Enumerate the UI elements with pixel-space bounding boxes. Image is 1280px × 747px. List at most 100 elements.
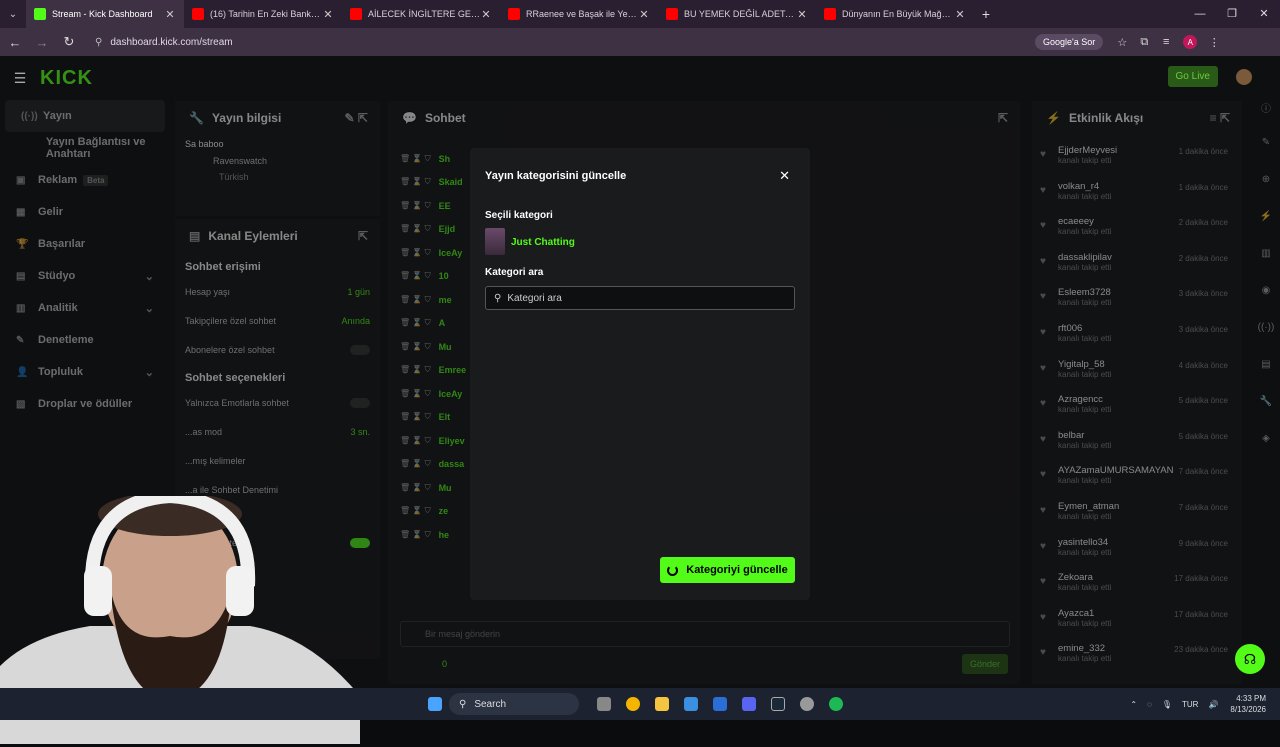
mod-actions-icon[interactable]: 🗑 ⌛ ⛉ xyxy=(400,271,431,281)
restore-icon[interactable]: ❐ xyxy=(1216,0,1248,28)
sidebar-item[interactable]: ▦ Gelir xyxy=(0,196,170,228)
minimize-icon[interactable]: — xyxy=(1184,0,1216,28)
spotify-icon[interactable] xyxy=(821,688,850,720)
mod-actions-icon[interactable]: 🗑 ⌛ ⛉ xyxy=(400,248,431,258)
sidebar-item[interactable]: ▤ Stüdyo ⌄ xyxy=(0,260,170,292)
activity-item[interactable]: ♥ dassaklipilav kanalı takip etti 2 dakika … xyxy=(1032,248,1242,284)
close-tab-icon[interactable]: ✕ xyxy=(796,8,808,21)
activity-item[interactable]: ♥ Eymen_atman kanalı takip etti 7 dakika ön… xyxy=(1032,497,1242,533)
activity-item[interactable]: ♥ Zekoara kanalı takip etti 17 dakika önce xyxy=(1032,568,1242,604)
mail-icon[interactable] xyxy=(705,688,734,720)
browser-tab[interactable]: AİLECEK İNGİLTERE GEZİSİ! VLO...✕ xyxy=(342,0,500,28)
close-icon[interactable]: ✕ xyxy=(779,168,790,184)
mod-actions-icon[interactable]: 🗑 ⌛ ⛉ xyxy=(400,483,431,493)
chevron-down-icon[interactable]: ⌄ xyxy=(145,302,154,315)
mod-actions-icon[interactable]: 🗑 ⌛ ⛉ xyxy=(400,459,431,469)
go-live-button[interactable]: Go Live xyxy=(1167,66,1218,87)
slow-mode-row[interactable]: ...as mod 3 sn. xyxy=(175,417,380,446)
clock[interactable]: 4:33 PM 8/13/2026 xyxy=(1230,693,1266,715)
mod-actions-icon[interactable]: 🗑 ⌛ ⛉ xyxy=(400,506,431,516)
sidebar-item[interactable]: ▣ Reklam Beta xyxy=(0,164,170,196)
activity-item[interactable]: ♥ yasintello34 kanalı takip etti 9 dakika ö… xyxy=(1032,533,1242,569)
close-window-icon[interactable]: ✕ xyxy=(1248,0,1280,28)
back-icon[interactable]: ← xyxy=(3,35,27,50)
edit-icon[interactable]: ✎ ⇱ xyxy=(345,111,368,125)
mod-actions-icon[interactable]: 🗑 ⌛ ⛉ xyxy=(400,154,431,164)
mod-actions-icon[interactable]: 🗑 ⌛ ⛉ xyxy=(400,224,431,234)
category-search-input[interactable] xyxy=(507,292,788,304)
browser-tab[interactable]: (16) Tarihin En Zeki Banka Soyg...✕ xyxy=(184,0,342,28)
volume-icon[interactable]: 🔊 xyxy=(1208,700,1218,709)
popout-icon[interactable]: ⇱ xyxy=(998,111,1008,125)
profile-avatar[interactable]: A xyxy=(1183,35,1198,49)
activity-item[interactable]: ♥ emine_332 kanalı takip etti 23 dakika önc… xyxy=(1032,639,1242,675)
reading-list-icon[interactable]: ≡ xyxy=(1155,36,1177,48)
activity-item[interactable]: ♥ ecaeeey kanalı takip etti 2 dakika önce xyxy=(1032,212,1242,248)
store-icon[interactable] xyxy=(676,688,705,720)
layout-icon[interactable]: ▤ xyxy=(1252,359,1280,396)
sidebar-item[interactable]: ▥ Analitik ⌄ xyxy=(0,292,170,324)
start-menu-icon[interactable] xyxy=(420,688,449,720)
mod-actions-icon[interactable]: 🗑 ⌛ ⛉ xyxy=(400,412,431,422)
close-tab-icon[interactable]: ✕ xyxy=(954,8,966,21)
forward-icon[interactable]: → xyxy=(30,35,54,50)
sidebar-item[interactable]: ▧ Droplar ve ödüller xyxy=(0,388,170,420)
mod-actions-icon[interactable]: 🗑 ⌛ ⛉ xyxy=(400,530,431,540)
mic-icon[interactable]: 🎙 xyxy=(1162,700,1172,709)
subs-chat-toggle[interactable] xyxy=(350,344,370,355)
steam-icon[interactable] xyxy=(763,688,792,720)
close-tab-icon[interactable]: ✕ xyxy=(480,8,492,21)
activity-item[interactable]: ♥ volkan_r4 kanalı takip etti 1 dakika önce xyxy=(1032,177,1242,213)
popout-icon[interactable]: ⇱ xyxy=(358,229,368,243)
activity-item[interactable]: ♥ EjjderMeyvesi kanalı takip etti 1 dakika … xyxy=(1032,141,1242,177)
close-tab-icon[interactable]: ✕ xyxy=(164,8,176,21)
account-age-row[interactable]: Hesap yaşı 1 gün xyxy=(175,277,380,306)
taskbar-search[interactable]: ⚲ Search xyxy=(449,693,579,715)
browser-tab[interactable]: Dünyanın En Büyük Mağarası İ...✕ xyxy=(816,0,974,28)
sidebar-item[interactable]: ✎ Denetleme xyxy=(0,324,170,356)
mod-actions-icon[interactable]: 🗑 ⌛ ⛉ xyxy=(400,201,431,211)
support-headset-button[interactable]: ☊ xyxy=(1235,644,1265,674)
banned-words-row[interactable]: ...mış kelimeler xyxy=(175,446,380,475)
browser-tab[interactable]: Stream - Kick Dashboard ✕ xyxy=(26,0,184,28)
chat-icon[interactable]: ◉ xyxy=(1252,285,1280,322)
chevron-down-icon[interactable]: ⌄ xyxy=(145,270,154,283)
chat-input[interactable]: Bir mesaj gönderin xyxy=(400,621,1010,647)
clipboard-icon[interactable]: ▥ xyxy=(1252,248,1280,285)
sidebar-item[interactable]: ((·)) Yayın xyxy=(5,100,165,132)
browser-tab[interactable]: BU YEMEK DEĞİL ADETA ŞÖLEN...✕ xyxy=(658,0,816,28)
extensions-icon[interactable]: ⧉ xyxy=(1133,36,1155,49)
info-icon[interactable]: ⓘ xyxy=(1252,100,1280,137)
menu-kebab-icon[interactable]: ⋮ xyxy=(1203,36,1225,49)
language-indicator[interactable]: TUR xyxy=(1182,700,1198,709)
mod-actions-icon[interactable]: 🗑 ⌛ ⛉ xyxy=(400,318,431,328)
send-button[interactable]: Gönder xyxy=(962,654,1009,674)
mod-actions-icon[interactable]: 🗑 ⌛ ⛉ xyxy=(400,436,431,446)
network-icon[interactable]: ◌ xyxy=(1147,700,1152,709)
chrome-icon[interactable] xyxy=(618,688,647,720)
activity-item[interactable]: ♥ belbar kanalı takip etti 5 dakika önce xyxy=(1032,426,1242,462)
followers-chat-row[interactable]: Takipçilere özel sohbet Anında xyxy=(175,306,380,335)
activity-item[interactable]: ♥ Ayazca1 kanalı takip etti 17 dakika önce xyxy=(1032,604,1242,640)
user-avatar[interactable] xyxy=(1236,69,1252,85)
filter-icon[interactable]: ≡ ⇱ xyxy=(1210,111,1230,125)
pen-icon[interactable]: ✎ xyxy=(1252,137,1280,174)
url-field[interactable]: ⚲ dashboard.kick.com/stream xyxy=(95,37,1035,48)
google-sor-button[interactable]: Google'a Sor xyxy=(1035,34,1104,50)
reload-icon[interactable]: ↻ xyxy=(57,34,81,50)
close-tab-icon[interactable]: ✕ xyxy=(322,8,334,21)
broadcast-icon[interactable]: ((·)) xyxy=(1252,322,1280,359)
bolt-icon[interactable]: ⚡ xyxy=(1252,211,1280,248)
bookmark-star-icon[interactable]: ☆ xyxy=(1111,36,1133,49)
emote-only-row[interactable]: Yalnızca Emotlarla sohbet xyxy=(175,388,380,417)
wrench-icon[interactable]: 🔧 xyxy=(1252,396,1280,433)
activity-item[interactable]: ♥ Azragencc kanalı takip etti 5 dakika önce xyxy=(1032,390,1242,426)
activity-item[interactable]: ♥ Esleem3728 kanalı takip etti 3 dakika önc… xyxy=(1032,283,1242,319)
site-info-icon[interactable]: ⚲ xyxy=(95,37,102,48)
app-icon[interactable] xyxy=(792,688,821,720)
file-explorer-icon[interactable] xyxy=(647,688,676,720)
new-tab-button[interactable]: + xyxy=(974,6,998,22)
mod-actions-icon[interactable]: 🗑 ⌛ ⛉ xyxy=(400,365,431,375)
chevron-down-icon[interactable]: ⌄ xyxy=(145,366,154,379)
mod-actions-icon[interactable]: 🗑 ⌛ ⛉ xyxy=(400,342,431,352)
